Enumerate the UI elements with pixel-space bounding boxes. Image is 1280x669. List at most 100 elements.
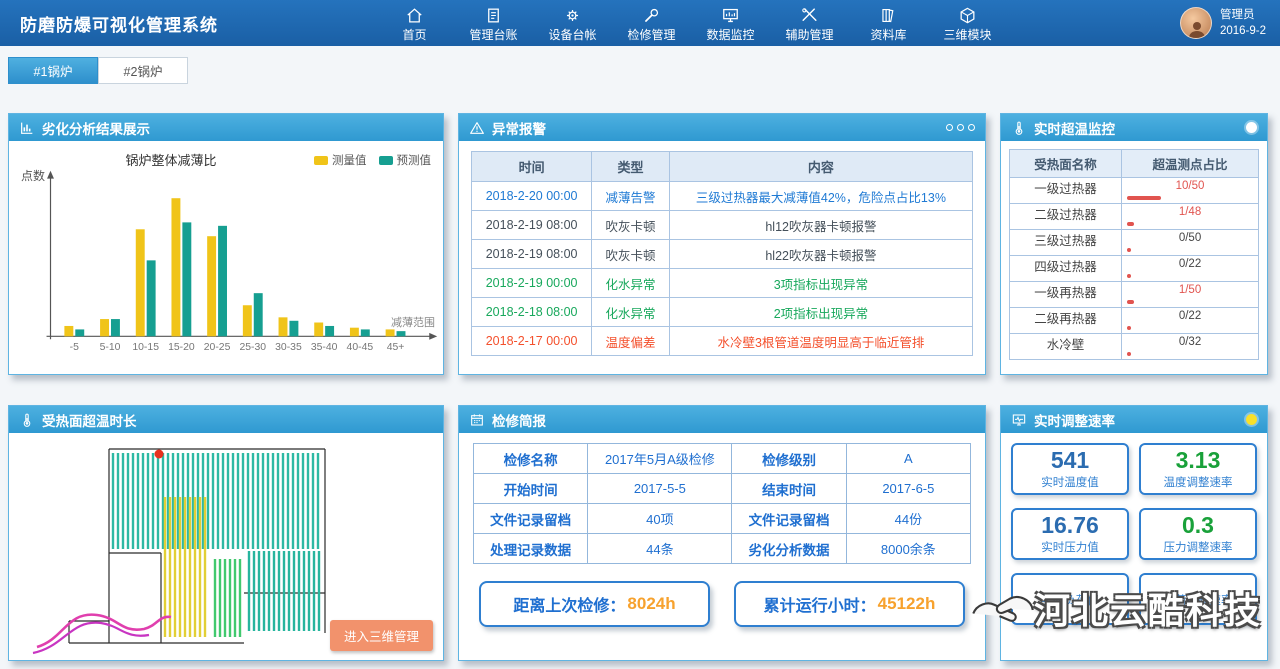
overtemp-row: 水冷壁0/32 (1010, 334, 1259, 360)
surface-name: 三级过热器 (1010, 230, 1122, 256)
bar-measured (64, 326, 73, 336)
stat-value: 3.13 (1176, 448, 1221, 472)
maintenance-label: 文件记录留档 (474, 504, 588, 534)
total-run-hours-button[interactable]: 累计运行小时：45122h (734, 581, 965, 627)
bar-measured (279, 317, 288, 336)
overtemp-value-cell: 0/50 (1122, 230, 1259, 256)
bar-measured (243, 305, 252, 336)
stat-value: 16.76 (1041, 513, 1099, 537)
panel-title: 异常报警 (492, 118, 546, 138)
status-light-icon (1246, 122, 1257, 133)
overtemp-ratio: 0/50 (1122, 230, 1258, 245)
maintenance-value: 2017年5月A级检修 (588, 444, 732, 474)
panel-title: 实时超温监控 (1034, 118, 1115, 138)
books-icon (879, 6, 898, 25)
more-options-icon[interactable] (946, 124, 975, 131)
panel-maintenance-header: 检修简报 (459, 406, 985, 433)
alarm-time: 2018-2-17 00:00 (472, 327, 592, 356)
maintenance-label: 劣化分析数据 (732, 534, 846, 564)
alarm-content: 3项指标出现异常 (669, 269, 972, 298)
nav-item-repair[interactable]: 检修管理 (612, 4, 691, 43)
overtemp-value-cell: 0/22 (1122, 256, 1259, 282)
ledger-icon (484, 6, 503, 25)
maintenance-value: A (846, 444, 970, 474)
cube-icon (958, 6, 977, 25)
tools-icon (800, 6, 819, 25)
maintenance-row: 处理记录数据44条劣化分析数据8000余条 (474, 534, 971, 564)
stat-box: 0.3压力调整速率 (1139, 508, 1257, 560)
nav-item-label: 首页 (402, 26, 426, 43)
bar-measured (100, 319, 109, 336)
gear-icon (563, 6, 582, 25)
bar-predicted (182, 222, 191, 336)
since-last-repair-button[interactable]: 距离上次检修：8024h (479, 581, 710, 627)
stat-label: 压力调整速率 (1164, 539, 1233, 555)
bar-predicted (75, 329, 84, 336)
thermometer-icon (1011, 120, 1027, 136)
panel-analysis: 劣化分析结果展示 点数 锅炉整体减薄比 测量值预测值 减薄范围 -55-1010… (8, 113, 444, 375)
alarm-row: 2018-2-17 00:00温度偏差水冷壁3根管道温度明显高于临近管排 (472, 327, 973, 356)
x-tick-label: 30-35 (275, 342, 302, 353)
alarm-time: 2018-2-19 00:00 (472, 269, 592, 298)
stat-box: 3.13温度调整速率 (1139, 443, 1257, 495)
maintenance-value: 8000余条 (846, 534, 970, 564)
alarm-type: 吹灰卡顿 (592, 240, 670, 269)
status-light-icon (1246, 414, 1257, 425)
maintenance-row: 检修名称2017年5月A级检修检修级别A (474, 444, 971, 474)
maintenance-value: 44份 (846, 504, 970, 534)
bar-predicted (397, 331, 406, 336)
top-header: 防磨防爆可视化管理系统 首页 管理台账设备台帐检修管理数据监控辅助管理资料库三维模… (0, 0, 1280, 46)
panel-alarm-header: 异常报警 (459, 114, 985, 141)
maintenance-row: 文件记录留档40项文件记录留档44份 (474, 504, 971, 534)
x-tick-label: -5 (70, 342, 79, 353)
overtemp-ratio: 10/50 (1122, 178, 1258, 193)
alarm-time: 2018-2-19 08:00 (472, 240, 592, 269)
alarm-column-header: 内容 (669, 152, 972, 182)
maintenance-buttons: 距离上次检修：8024h 累计运行小时：45122h (473, 581, 971, 627)
enter-3d-button[interactable]: 进入三维管理 (330, 620, 433, 651)
maintenance-row: 开始时间2017-5-5结束时间2017-6-5 (474, 474, 971, 504)
alarm-time: 2018-2-19 08:00 (472, 211, 592, 240)
x-tick-label: 25-30 (239, 342, 266, 353)
monitor-chart-icon (721, 6, 740, 25)
surface-name: 一级过热器 (1010, 178, 1122, 204)
nav-item-equipment[interactable]: 设备台帐 (533, 4, 612, 43)
panel-title: 检修简报 (492, 410, 546, 430)
surface-name: 水冷壁 (1010, 334, 1122, 360)
overtemp-value-cell: 1/48 (1122, 204, 1259, 230)
x-tick-label: 15-20 (168, 342, 195, 353)
tab-boiler-2[interactable]: #2锅炉 (98, 57, 188, 84)
alarm-column-header: 类型 (592, 152, 670, 182)
alarm-content: 水冷壁3根管道温度明显高于临近管排 (669, 327, 972, 356)
panel-maintenance: 检修简报 检修名称2017年5月A级检修检修级别A开始时间2017-5-5结束时… (458, 405, 986, 661)
nav-item-home[interactable]: 首页 (375, 4, 454, 43)
stat-label: 实时压力值 (1041, 539, 1099, 555)
app-title: 防磨防爆可视化管理系统 (0, 11, 375, 36)
x-tick-label: 5-10 (100, 342, 121, 353)
nav-item-assist[interactable]: 辅助管理 (770, 4, 849, 43)
avatar (1180, 7, 1212, 39)
analysis-chart-area: 点数 锅炉整体减薄比 测量值预测值 减薄范围 -55-1010-1515-202… (9, 141, 443, 374)
bar-measured (171, 198, 180, 336)
alarm-row: 2018-2-19 00:00化水异常3项指标出现异常 (472, 269, 973, 298)
surface-name: 二级过热器 (1010, 204, 1122, 230)
overtemp-bar (1127, 248, 1131, 252)
nav-item-library[interactable]: 资料库 (849, 4, 928, 43)
alarm-time: 2018-2-18 08:00 (472, 298, 592, 327)
overtemp-bar (1127, 300, 1134, 304)
maintenance-table: 检修名称2017年5月A级检修检修级别A开始时间2017-5-5结束时间2017… (473, 443, 971, 564)
bar-predicted (289, 321, 298, 337)
wrench-icon (642, 6, 661, 25)
user-info[interactable]: 管理员 2016-9-2 (1180, 7, 1280, 39)
nav-item-ledger[interactable]: 管理台账 (454, 4, 533, 43)
tab-boiler-1[interactable]: #1锅炉 (8, 57, 98, 84)
bar-predicted (147, 260, 156, 336)
overtemp-row: 三级过热器0/50 (1010, 230, 1259, 256)
overtemp-bar (1127, 352, 1131, 356)
alert-icon (469, 120, 485, 136)
alarm-type: 吹灰卡顿 (592, 211, 670, 240)
nav-item-data-monitor[interactable]: 数据监控 (691, 4, 770, 43)
user-role: 管理员 (1220, 7, 1266, 23)
nav-item-module3d[interactable]: 三维模块 (928, 4, 1007, 43)
surface-name: 二级再热器 (1010, 308, 1122, 334)
